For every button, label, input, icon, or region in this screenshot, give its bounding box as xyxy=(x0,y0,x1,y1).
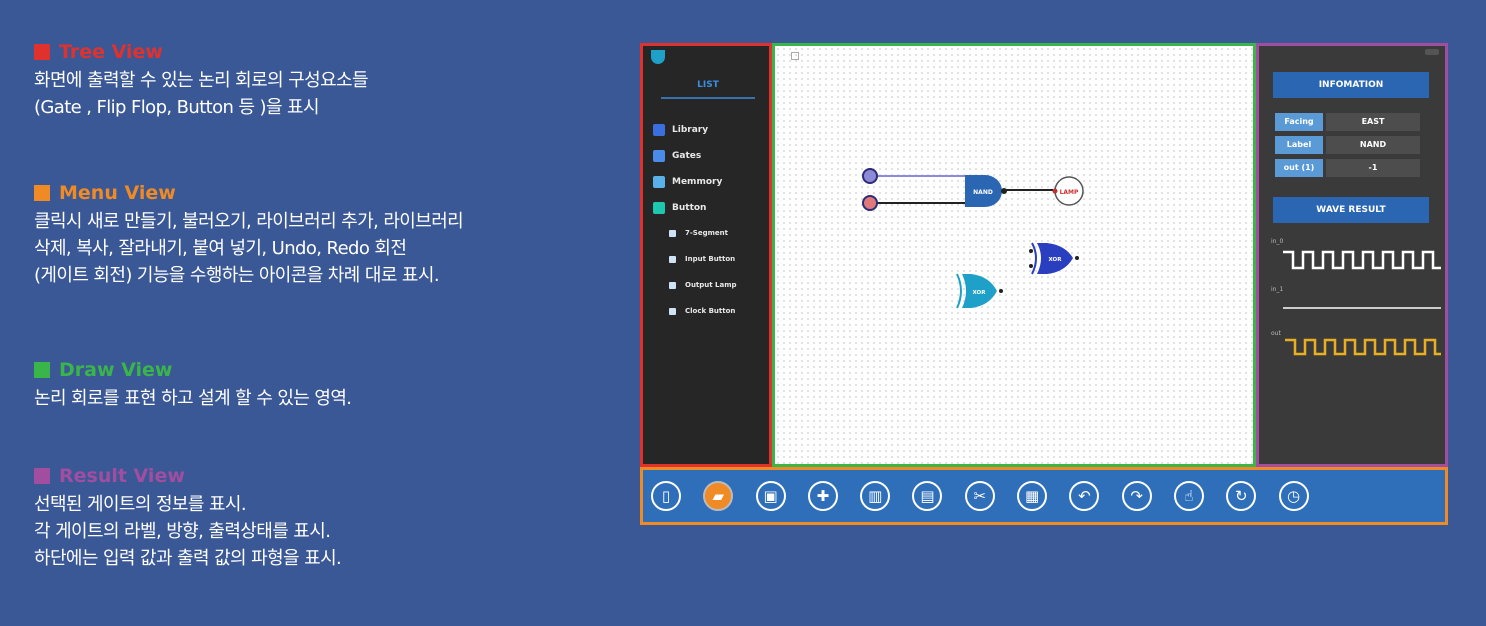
output-lamp[interactable]: LAMP xyxy=(1052,176,1084,206)
section-title: Result View xyxy=(59,465,185,487)
waveform-chart xyxy=(1283,250,1441,356)
draw-view-canvas[interactable]: NAND LAMP XOR XOR xyxy=(772,43,1256,467)
file-icon xyxy=(669,307,676,315)
folder-icon xyxy=(653,150,665,162)
section-draw-view: Draw View 논리 회로를 표현 하고 설계 할 수 있는 영역. xyxy=(34,358,614,412)
paste-icon[interactable]: ▦ xyxy=(1017,481,1048,511)
waveform-out xyxy=(1285,338,1441,356)
section-line: 화면에 출력할 수 있는 논리 회로의 구성요소들 xyxy=(34,70,369,91)
xor-label: XOR xyxy=(973,290,987,296)
result-view-panel: INFOMATION Facing EAST Label NAND out (1… xyxy=(1256,43,1448,467)
section-line: 논리 회로를 표현 하고 설계 할 수 있는 영역. xyxy=(34,388,352,409)
tree-subitem-input-button[interactable]: Input Button xyxy=(669,255,735,263)
add-library-icon[interactable]: ✚ xyxy=(807,481,838,511)
square-icon xyxy=(34,362,50,378)
app-screenshot: LIST Library Gates Memmory Button 7-Segm… xyxy=(640,43,1448,525)
lamp-label: LAMP xyxy=(1060,189,1079,196)
square-icon xyxy=(34,44,50,60)
hand-icon[interactable]: ☝ xyxy=(1173,481,1204,511)
section-line: (Gate , Flip Flop, Button 등 )을 표시 xyxy=(34,97,320,118)
new-file-icon[interactable]: ▯ xyxy=(651,481,681,511)
nand-gate[interactable]: NAND xyxy=(965,175,1007,207)
section-line: 삭제, 복사, 잘라내기, 붙여 넣기, Undo, Redo 회전 xyxy=(34,238,407,259)
xor-gate[interactable]: XOR xyxy=(1029,242,1079,275)
section-line: 선택된 게이트의 정보를 표시. xyxy=(34,494,247,515)
redo-icon[interactable]: ↷ xyxy=(1121,481,1152,511)
section-line: 클릭시 새로 만들기, 불러오기, 라이브러리 추가, 라이브러리 xyxy=(34,211,464,232)
tree-subitem-output-lamp[interactable]: Output Lamp xyxy=(669,281,737,289)
tree-view-panel: LIST Library Gates Memmory Button 7-Segm… xyxy=(640,43,772,467)
open-folder-icon[interactable]: ▰ xyxy=(703,481,734,511)
file-icon xyxy=(669,255,676,263)
file-icon xyxy=(669,281,676,289)
section-line: 하단에는 입력 값과 출력 값의 파형을 표시. xyxy=(34,548,342,569)
list-header: LIST xyxy=(661,80,755,99)
xor-gate[interactable]: XOR xyxy=(956,273,1003,309)
undo-icon[interactable]: ↶ xyxy=(1069,481,1100,511)
input-button[interactable] xyxy=(862,195,878,211)
circuit-diagram: NAND LAMP XOR XOR xyxy=(862,168,1084,309)
section-line: 각 게이트의 라벨, 방향, 출력상태를 표시. xyxy=(34,521,331,542)
logo-icon xyxy=(651,50,665,64)
section-result-view: Result View 선택된 게이트의 정보를 표시. 각 게이트의 라벨, … xyxy=(34,464,614,572)
rotate-icon[interactable]: ↻ xyxy=(1226,481,1257,511)
folder-icon xyxy=(653,176,665,188)
folder-icon xyxy=(653,202,665,214)
section-line: (게이트 회전) 기능을 수행하는 아이콘을 차례 대로 표시. xyxy=(34,265,440,286)
menu-view-toolbar: ▯ ▰ ▣ ✚ ▥ ▤ ✂ ▦ ↶ ↷ ☝ ↻ ◷ xyxy=(640,467,1448,525)
delete-library-icon[interactable]: ▥ xyxy=(860,481,891,511)
section-title: Menu View xyxy=(59,182,176,204)
file-icon xyxy=(669,229,676,237)
save-icon[interactable]: ▣ xyxy=(755,481,786,511)
tree-subitem-clock-button[interactable]: Clock Button xyxy=(669,307,735,315)
toolbar-icons: ▯ ▰ ▣ ✚ ▥ ▤ ✂ ▦ ↶ ↷ ☝ ↻ ◷ xyxy=(651,481,1331,511)
section-menu-view: Menu View 클릭시 새로 만들기, 불러오기, 라이브러리 추가, 라이… xyxy=(34,181,614,289)
tree-item-library[interactable]: Library xyxy=(653,124,708,136)
section-tree-view: Tree View 화면에 출력할 수 있는 논리 회로의 구성요소들 (Gat… xyxy=(34,40,614,121)
timer-icon[interactable]: ◷ xyxy=(1278,481,1309,511)
tree-item-button[interactable]: Button xyxy=(653,202,706,214)
waveform-in0 xyxy=(1283,250,1441,270)
tree-subitem-7-segment[interactable]: 7-Segment xyxy=(669,229,728,237)
tree-item-memmory[interactable]: Memmory xyxy=(653,176,722,188)
xor-label: XOR xyxy=(1049,257,1063,263)
folder-icon xyxy=(653,124,665,136)
tree-item-gates[interactable]: Gates xyxy=(653,150,701,162)
copy-icon[interactable]: ▤ xyxy=(912,481,943,511)
section-title: Draw View xyxy=(59,359,173,381)
input-button[interactable] xyxy=(862,168,878,184)
square-icon xyxy=(34,468,50,484)
square-icon xyxy=(34,185,50,201)
nand-label: NAND xyxy=(973,189,993,196)
cut-icon[interactable]: ✂ xyxy=(964,481,995,511)
section-title: Tree View xyxy=(59,41,163,63)
